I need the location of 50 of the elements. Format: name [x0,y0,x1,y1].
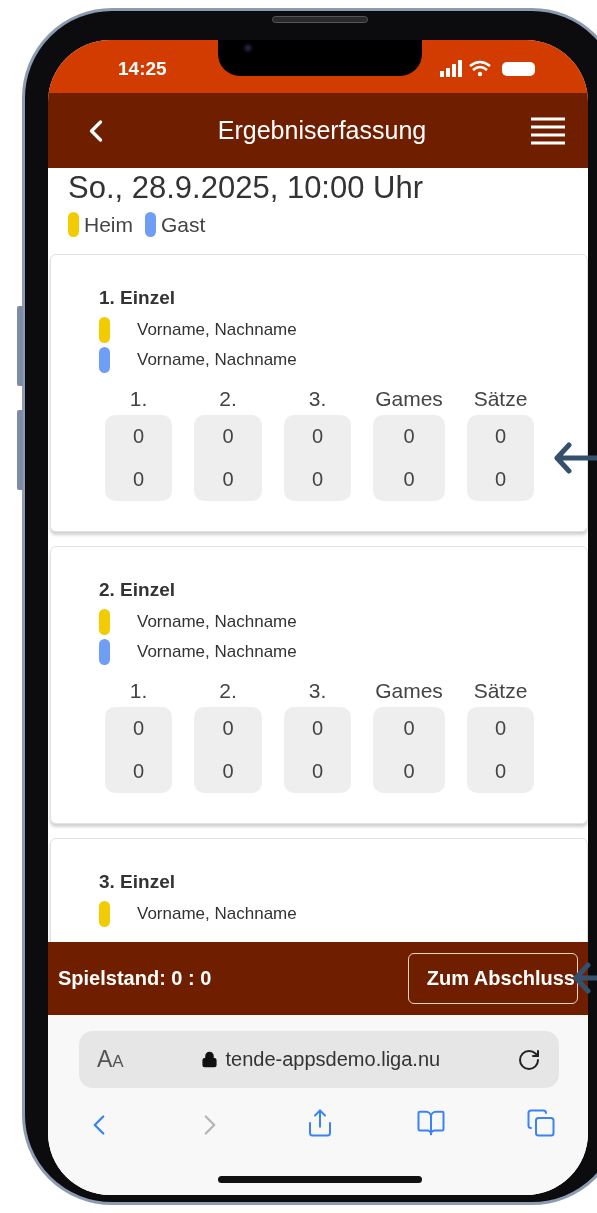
tabs-icon [526,1108,556,1138]
url-text: tende-appsdemo.liga.nu [225,1048,441,1071]
column-label: Sätze [473,679,528,703]
camera-dot [243,43,253,53]
score-field[interactable]: 0 0 [105,415,172,501]
score-field[interactable]: 0 0 [373,415,445,501]
menu-button[interactable] [530,115,566,146]
column-label: 2. [219,387,237,411]
legend-label: Gast [161,212,206,237]
match-title: 3. Einzel [99,871,177,893]
lock-icon [200,1051,218,1068]
finish-button[interactable]: Zum Abschluss [407,953,578,1004]
score-field[interactable]: 0 0 [467,707,534,793]
match-date: So., 28.9.2025, 10:00 Uhr [68,170,425,206]
score-field[interactable]: 0 0 [194,707,262,793]
column-label: 3. [308,387,327,411]
game-score: Spielstand: 0 : 0 [58,967,212,990]
arrow-icon [572,961,597,995]
column-label: 1. [129,679,148,703]
legend-label: Heim [84,212,133,237]
player-name: Vorname, Nachname [137,350,297,370]
address-field[interactable]: AA tende-appsdemo.liga.nu [79,1031,559,1088]
match-title: 2. Einzel [99,579,177,601]
page-title: Ergebniserfassung [217,116,427,145]
wifi-icon [468,60,492,76]
signal-icon [440,59,462,77]
status-time: 14:25 [118,57,167,80]
score-field[interactable]: 0 0 [105,707,172,793]
book-icon [415,1108,446,1138]
arrow-icon [553,441,597,475]
column-label: 3. [308,679,327,703]
score-field[interactable]: 0 0 [373,707,445,793]
player-name: Vorname, Nachname [137,320,297,340]
player-name: Vorname, Nachname [137,612,297,632]
score-field[interactable]: 0 0 [467,415,534,501]
menu-icon [530,115,566,146]
match-title: 1. Einzel [99,287,177,309]
column-label: 2. [219,679,237,703]
column-label: 1. [129,387,148,411]
column-label: Games [375,679,443,703]
column-label: Games [375,387,443,411]
score-field[interactable]: 0 0 [194,415,262,501]
player-name: Vorname, Nachname [137,642,297,662]
score-field[interactable]: 0 0 [284,415,351,501]
score-field[interactable]: 0 0 [284,707,351,793]
column-label: Sätze [473,387,528,411]
player-name: Vorname, Nachname [137,904,297,924]
text-size-button[interactable]: AA [97,1046,124,1073]
reload-icon[interactable] [517,1047,541,1072]
battery-icon [502,61,535,76]
